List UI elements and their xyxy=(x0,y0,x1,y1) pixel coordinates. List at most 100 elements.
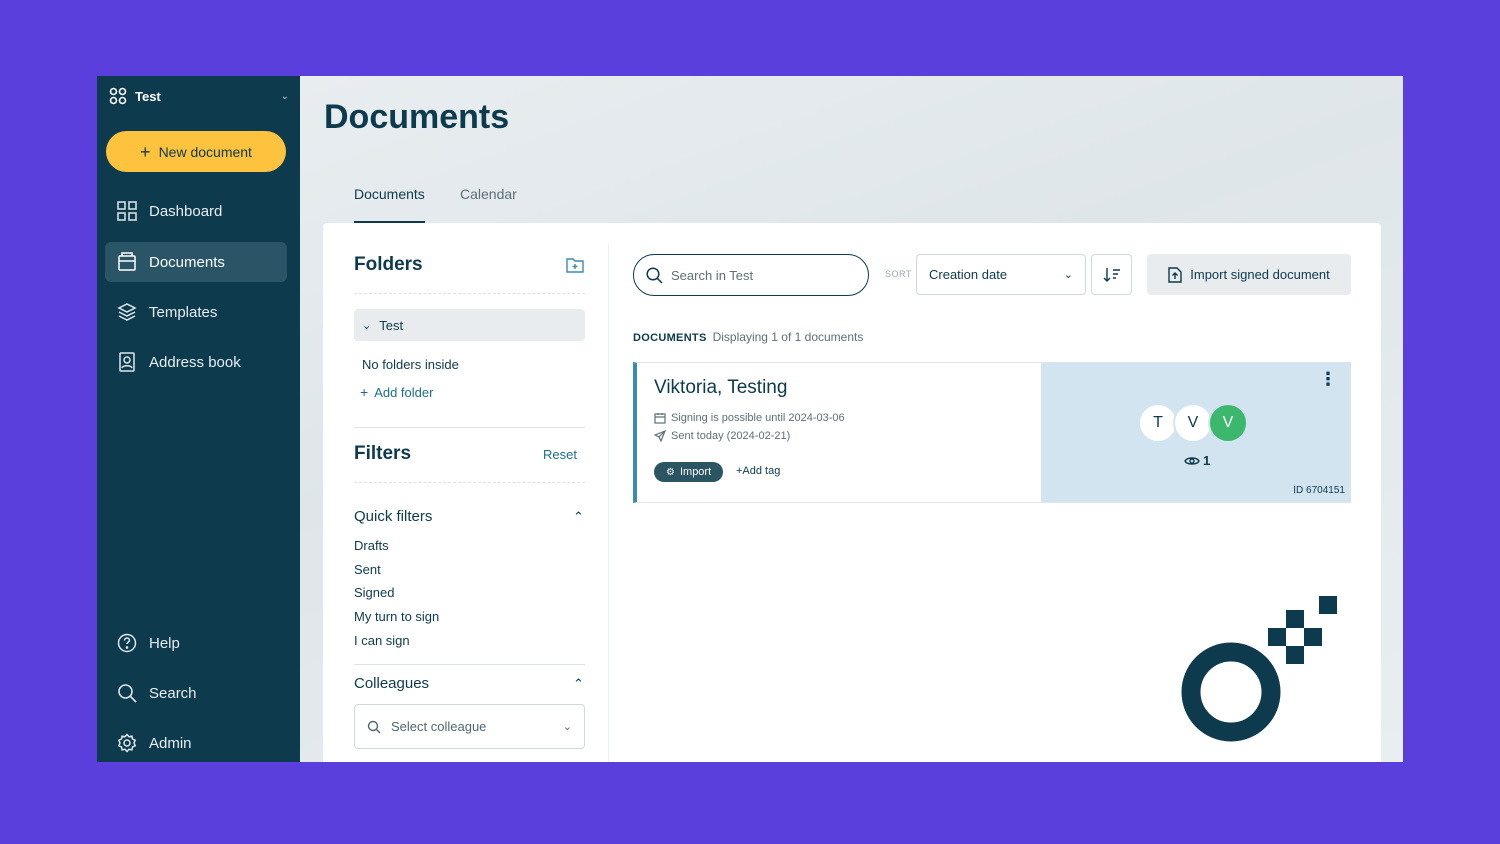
search-input[interactable] xyxy=(671,267,851,283)
contact-book-icon xyxy=(117,352,137,372)
import-signed-document-label: Import signed document xyxy=(1190,267,1330,282)
plus-icon: + xyxy=(360,384,369,400)
eye-icon xyxy=(1184,456,1200,465)
document-card[interactable]: Viktoria, Testing Signing is possible un… xyxy=(633,362,1351,503)
sidebar-item-label: Templates xyxy=(149,303,218,321)
sidebar-item-label: Documents xyxy=(149,253,225,271)
document-count: DOCUMENTS Displaying 1 of 1 documents xyxy=(633,330,863,344)
main-content: Documents Documents Calendar Folders ⌄ T… xyxy=(300,76,1403,762)
folders-title: Folders xyxy=(354,254,423,275)
quick-filter-can-sign[interactable]: I can sign xyxy=(354,633,410,648)
add-tag-button[interactable]: +Add tag xyxy=(736,465,780,477)
avatar: V xyxy=(1173,403,1213,443)
plus-icon: + xyxy=(140,141,151,162)
add-folder-icon[interactable] xyxy=(566,257,584,273)
divider xyxy=(354,293,585,294)
quick-filter-my-turn[interactable]: My turn to sign xyxy=(354,609,439,624)
folder-test[interactable]: ⌄ Test xyxy=(354,309,585,341)
app-window: Test ⌄ + New document Dashboard Document… xyxy=(97,76,1403,762)
colleagues-title: Colleagues xyxy=(354,675,430,692)
sidebar-item-dashboard[interactable]: Dashboard xyxy=(105,191,287,231)
quick-filter-signed[interactable]: Signed xyxy=(354,585,394,600)
sidebar-item-label: Help xyxy=(149,634,180,652)
gear-icon: ⚙ xyxy=(666,466,675,478)
chevron-down-icon: ⌄ xyxy=(280,90,289,102)
sidebar-item-templates[interactable]: Templates xyxy=(105,292,287,332)
sort-descending-icon xyxy=(1103,267,1120,282)
chevron-down-icon: ⌄ xyxy=(562,721,572,733)
tab-calendar[interactable]: Calendar xyxy=(460,186,517,223)
sidebar-item-documents[interactable]: Documents xyxy=(105,242,287,282)
divider xyxy=(354,664,585,665)
documents-panel: Folders ⌄ Test No folders inside + Add f… xyxy=(323,223,1381,762)
divider xyxy=(354,482,585,483)
avatar: T xyxy=(1138,403,1178,443)
signing-deadline-text: Signing is possible until 2024-03-06 xyxy=(671,412,845,424)
colleague-select-placeholder: Select colleague xyxy=(391,719,487,734)
column-separator xyxy=(608,243,609,762)
sidebar-item-search[interactable]: Search xyxy=(105,673,287,713)
chevron-down-icon: ⌄ xyxy=(362,319,372,332)
sent-date: Sent today (2024-02-21) xyxy=(654,430,790,442)
page-title: Documents xyxy=(324,98,510,136)
search-icon xyxy=(367,720,381,733)
document-signers-panel: ⋮ T V V 1 ID 6704151 xyxy=(1041,363,1351,502)
sidebar: Test ⌄ + New document Dashboard Document… xyxy=(97,76,300,762)
workspace-switcher[interactable]: Test ⌄ xyxy=(109,86,289,106)
search-field[interactable] xyxy=(633,254,869,296)
folder-name: Test xyxy=(379,317,404,333)
sidebar-item-label: Search xyxy=(149,684,197,702)
divider xyxy=(354,427,585,428)
sidebar-item-help[interactable]: Help xyxy=(105,623,287,663)
new-document-label: New document xyxy=(158,143,252,160)
documents-heading: DOCUMENTS xyxy=(633,332,707,344)
quick-filters-title: Quick filters xyxy=(354,508,433,525)
calendar-icon xyxy=(654,413,666,424)
quick-filter-drafts[interactable]: Drafts xyxy=(354,538,389,553)
help-icon xyxy=(117,633,137,653)
tag-import[interactable]: ⚙ Import xyxy=(654,462,724,482)
sidebar-item-admin[interactable]: Admin xyxy=(105,723,287,762)
document-count-text: Displaying 1 of 1 documents xyxy=(712,330,864,344)
reset-filters-link[interactable]: Reset xyxy=(543,447,577,462)
more-vertical-icon[interactable]: ⋮ xyxy=(1319,369,1337,390)
add-folder-label: Add folder xyxy=(374,384,434,400)
chevron-up-icon[interactable]: ⌃ xyxy=(573,509,584,525)
new-document-button[interactable]: + New document xyxy=(106,131,286,172)
sent-date-text: Sent today (2024-02-21) xyxy=(671,430,791,442)
no-folders-text: No folders inside xyxy=(362,357,459,372)
avatar-signed: V xyxy=(1208,403,1248,443)
sidebar-item-label: Admin xyxy=(149,734,192,752)
chevron-down-icon: ⌄ xyxy=(1063,269,1073,281)
view-count: 1 xyxy=(1184,453,1210,468)
documents-icon xyxy=(117,252,137,272)
signing-deadline: Signing is possible until 2024-03-06 xyxy=(654,412,845,424)
tag-label: Import xyxy=(679,466,712,478)
sidebar-item-label: Dashboard xyxy=(149,202,223,220)
workspace-name: Test xyxy=(135,88,161,104)
view-count-value: 1 xyxy=(1203,453,1211,468)
filters-title: Filters xyxy=(354,443,412,464)
document-title: Viktoria, Testing xyxy=(654,377,788,398)
sort-select-value: Creation date xyxy=(929,267,1008,282)
sidebar-item-label: Address book xyxy=(149,353,241,371)
add-folder-link[interactable]: + Add folder xyxy=(360,384,433,400)
brand-logo-icon xyxy=(1181,596,1337,742)
document-id: ID 6704151 xyxy=(1293,485,1345,496)
gear-icon xyxy=(117,733,137,753)
workspace-logo-icon xyxy=(109,87,127,105)
search-icon xyxy=(646,266,663,284)
sort-label: SORT xyxy=(885,269,912,279)
sidebar-item-address-book[interactable]: Address book xyxy=(105,342,287,382)
chevron-up-icon[interactable]: ⌃ xyxy=(573,676,584,692)
dashboard-icon xyxy=(117,201,137,221)
colleague-select[interactable]: Select colleague ⌄ xyxy=(354,704,585,749)
sort-direction-button[interactable] xyxy=(1091,254,1132,295)
search-icon xyxy=(117,683,137,703)
sort-select[interactable]: Creation date ⌄ xyxy=(916,254,1086,295)
quick-filter-sent[interactable]: Sent xyxy=(354,562,381,577)
tab-documents[interactable]: Documents xyxy=(354,186,425,223)
import-signed-document-button[interactable]: Import signed document xyxy=(1147,254,1351,295)
file-import-icon xyxy=(1168,266,1182,283)
send-icon xyxy=(654,430,666,442)
